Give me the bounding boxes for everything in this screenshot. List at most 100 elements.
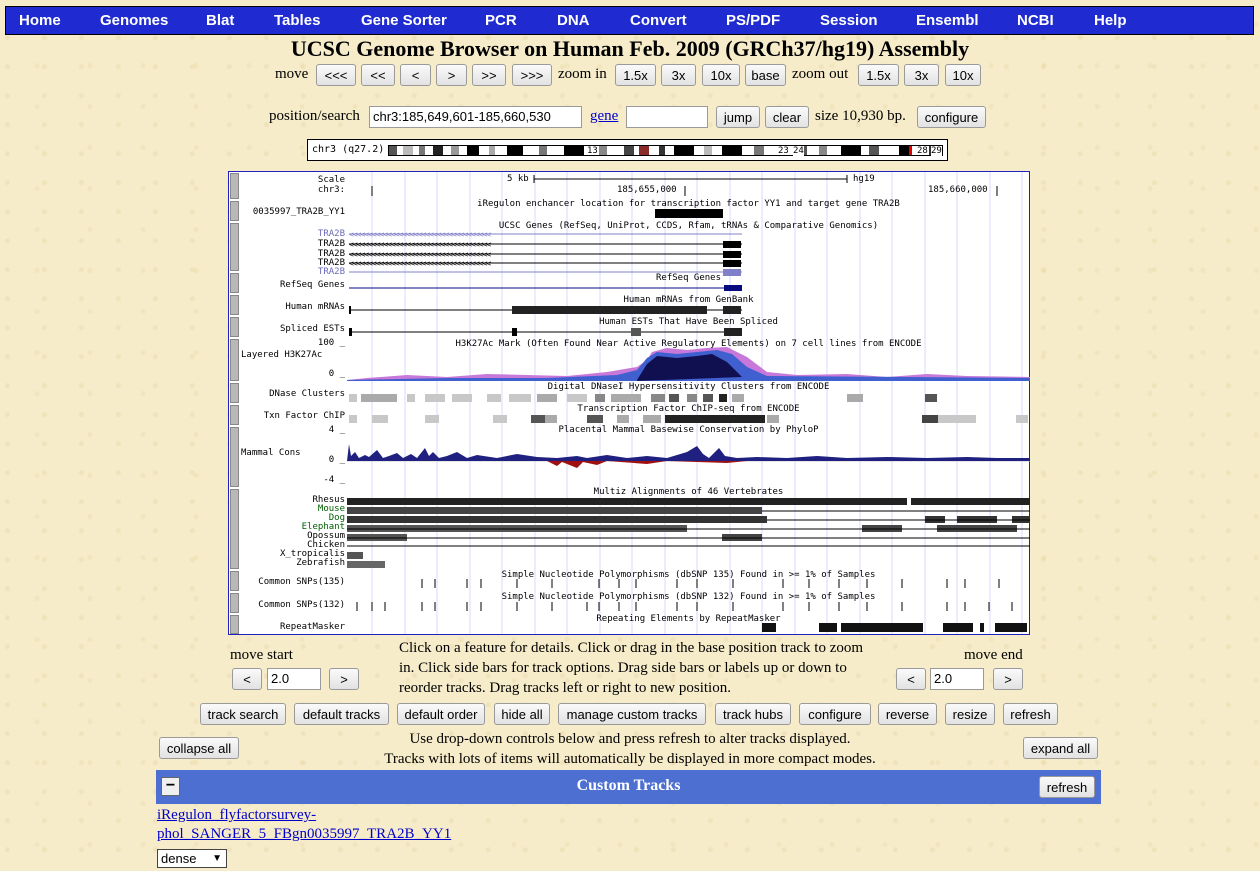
move-right-button[interactable]: > — [436, 64, 467, 86]
sidebar-snp135[interactable] — [230, 571, 239, 591]
nav-genomes[interactable]: Genomes — [100, 12, 168, 29]
track-search-button[interactable]: track search — [200, 703, 286, 725]
sidebar-snp132[interactable] — [230, 593, 239, 613]
dropdown-arrow-icon: ▼ — [212, 853, 222, 864]
zoom-out-1-5x-button[interactable]: 1.5x — [858, 64, 899, 86]
nav-tables[interactable]: Tables — [274, 12, 320, 29]
configure-top-button[interactable]: configure — [917, 106, 986, 128]
zoom-in-1-5x-button[interactable]: 1.5x — [615, 64, 656, 86]
track-hubs-button[interactable]: track hubs — [715, 703, 791, 725]
est-label[interactable]: Spliced ESTs — [280, 324, 345, 334]
sidebar-ucsc-genes[interactable] — [230, 223, 239, 271]
chromosome-ideogram[interactable]: chr3 (q27.2) 13 23 24 28 29 — [307, 139, 948, 161]
move-end-left-button[interactable]: < — [896, 668, 926, 690]
mrna-label[interactable]: Human mRNAs — [285, 302, 345, 312]
move-left-more-button[interactable]: << — [361, 64, 395, 86]
ideogram-bands: 13 23 24 28 29 — [388, 145, 943, 156]
sidebar-txn[interactable] — [230, 405, 239, 425]
ucsc-gene-label[interactable]: TRA2B — [318, 229, 345, 239]
gene-link[interactable]: gene — [590, 108, 618, 125]
configure-button[interactable]: configure — [799, 703, 871, 725]
custom-track-link[interactable]: phol_SANGER_5_FBgn0035997_TRA2B_YY1 — [157, 826, 451, 843]
species-label: Zebrafish — [296, 558, 345, 568]
nav-gene-sorter[interactable]: Gene Sorter — [361, 12, 447, 29]
track-data-area[interactable]: <<<<<<<<<<<<<<<<<<<<<<<<<<<<<<<<<<<<< <<… — [347, 172, 1030, 634]
ucsc-track-title: UCSC Genes (RefSeq, UniProt, CCDS, Rfam,… — [498, 221, 879, 231]
nav-convert[interactable]: Convert — [630, 12, 687, 29]
sidebar-est[interactable] — [230, 317, 239, 337]
custom-track-link[interactable]: iRegulon_flyfactorsurvey- — [157, 807, 316, 824]
track-image-panel[interactable]: Scale chr3: 0035997_TRA2B_YY1 TRA2B TRA2… — [228, 171, 1030, 635]
position-input[interactable]: chr3:185,649,601-185,660,530 — [369, 106, 582, 128]
zoom-in-10x-button[interactable]: 10x — [702, 64, 740, 86]
sidebar-ruler[interactable] — [230, 173, 239, 199]
nav-home[interactable]: Home — [19, 12, 61, 29]
sidebar-mrna[interactable] — [230, 295, 239, 315]
nav-pcr[interactable]: PCR — [485, 12, 517, 29]
zoom-out-3x-button[interactable]: 3x — [904, 64, 939, 86]
nav-session[interactable]: Session — [820, 12, 878, 29]
snp132-label[interactable]: Common SNPs(132) — [258, 600, 345, 610]
sidebar-dnase[interactable] — [230, 383, 239, 403]
dnase-label[interactable]: DNase Clusters — [269, 389, 345, 399]
move-start-right-button[interactable]: > — [329, 668, 359, 690]
gene-input[interactable] — [626, 106, 708, 128]
clear-button[interactable]: clear — [765, 106, 809, 128]
mode-value: dense — [161, 851, 197, 866]
coord-label: 185,660,000 — [928, 185, 988, 195]
sidebar-cons[interactable] — [230, 427, 239, 487]
hide-all-button[interactable]: hide all — [494, 703, 550, 725]
nav-blat[interactable]: Blat — [206, 12, 234, 29]
move-end-label: move end — [964, 647, 1023, 663]
move-right-far-button[interactable]: >>> — [512, 64, 552, 86]
move-right-more-button[interactable]: >> — [472, 64, 506, 86]
track-sidebars — [229, 172, 240, 634]
cons-label[interactable]: Mammal Cons — [241, 448, 301, 458]
zoom-out-10x-button[interactable]: 10x — [945, 64, 981, 86]
jump-button[interactable]: jump — [716, 106, 760, 128]
mrna-track-title: Human mRNAs from GenBank — [623, 295, 754, 305]
sidebar-h3k27ac[interactable] — [230, 339, 239, 381]
custom-track-mode-select[interactable]: dense ▼ — [157, 849, 227, 868]
move-end-right-button[interactable]: > — [993, 668, 1023, 690]
repeatmasker-label[interactable]: RepeatMasker — [280, 622, 345, 632]
cons-max-label: 4 _ — [328, 425, 345, 435]
sidebar-repeatmasker[interactable] — [230, 615, 239, 634]
nav-dna[interactable]: DNA — [557, 12, 590, 29]
default-tracks-button[interactable]: default tracks — [294, 703, 389, 725]
custom-tracks-header: − Custom Tracks refresh — [156, 770, 1101, 804]
move-left-button[interactable]: < — [400, 64, 431, 86]
manage-custom-tracks-button[interactable]: manage custom tracks — [558, 703, 706, 725]
txn-track-title: Transcription Factor ChIP-seq from ENCOD… — [577, 404, 800, 414]
ucsc-gene-label[interactable]: TRA2B — [318, 239, 345, 249]
move-start-input[interactable]: 2.0 — [267, 668, 321, 690]
sidebar-refseq[interactable] — [230, 273, 239, 293]
sidebar-multiz[interactable] — [230, 489, 239, 569]
ucsc-gene-label[interactable]: TRA2B — [318, 267, 345, 277]
reverse-button[interactable]: reverse — [878, 703, 937, 725]
txn-label[interactable]: Txn Factor ChIP — [264, 411, 345, 421]
custom-tracks-refresh-button[interactable]: refresh — [1039, 776, 1095, 798]
snp135-label[interactable]: Common SNPs(135) — [258, 577, 345, 587]
nav-ensembl[interactable]: Ensembl — [916, 12, 979, 29]
expand-all-button[interactable]: expand all — [1023, 737, 1098, 759]
svg-text:<<<<<<<<<<<<<<<<<<<<<<<<<<<<<<: <<<<<<<<<<<<<<<<<<<<<<<<<<<<<<<<<<<<< — [349, 240, 491, 249]
nav-help[interactable]: Help — [1094, 12, 1127, 29]
iregulon-label[interactable]: 0035997_TRA2B_YY1 — [253, 207, 345, 217]
sidebar-iregulon[interactable] — [230, 201, 239, 221]
nav-ncbi[interactable]: NCBI — [1017, 12, 1054, 29]
zoom-in-3x-button[interactable]: 3x — [661, 64, 696, 86]
nav-ps-pdf[interactable]: PS/PDF — [726, 12, 780, 29]
move-end-input[interactable]: 2.0 — [930, 668, 984, 690]
move-left-far-button[interactable]: <<< — [316, 64, 356, 86]
h3k-label[interactable]: Layered H3K27Ac — [241, 350, 322, 360]
move-start-left-button[interactable]: < — [232, 668, 262, 690]
default-order-button[interactable]: default order — [397, 703, 485, 725]
iregulon-track-title: iRegulon enchancer location for transcri… — [477, 199, 900, 209]
refseq-track-title: RefSeq Genes — [655, 273, 722, 283]
zoom-base-button[interactable]: base — [745, 64, 786, 86]
refseq-label[interactable]: RefSeq Genes — [280, 280, 345, 290]
cons-track-title: Placental Mammal Basewise Conservation b… — [558, 425, 819, 435]
resize-button[interactable]: resize — [945, 703, 995, 725]
refresh-button[interactable]: refresh — [1003, 703, 1058, 725]
